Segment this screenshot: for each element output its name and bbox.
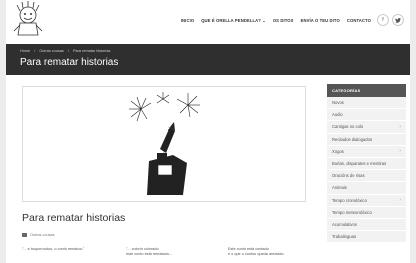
- sidebar-item-audio[interactable]: Audio: [327, 109, 406, 122]
- excerpt-line: "... e touporroutou, o conto rematou.": [22, 247, 85, 251]
- breadcrumb-separator: /: [34, 49, 36, 53]
- post-title[interactable]: Para rematar historias: [22, 212, 125, 224]
- sidebar-item-recitados-dialogados[interactable]: Recitados dialogados: [327, 133, 406, 146]
- sidebar-item-label: Tempo cronolóxico: [332, 197, 367, 203]
- excerpt-line: este conto está rematado...: [126, 252, 173, 257]
- excerpt-column-1: "... e touporroutou, o conto rematou.": [22, 247, 84, 252]
- sidebar-item-label: Novos: [332, 100, 344, 106]
- page-title: Para rematar historias: [20, 57, 119, 68]
- fireworks-illustration: [129, 92, 200, 195]
- sidebar-item-acumulativos[interactable]: Acumulativos: [327, 218, 406, 232]
- nav-item-que-e[interactable]: QUE É ORELLA PENDELLA? ⌄: [201, 18, 266, 23]
- breadcrumb-current: Para rematar historias: [73, 49, 111, 53]
- breadcrumb: Home / Outras cousas / Para rematar hist…: [20, 49, 113, 53]
- site-logo[interactable]: [10, 1, 46, 39]
- breadcrumb-separator: /: [67, 49, 69, 53]
- sidebar-item-label: Tempo meteorolóxico: [332, 209, 372, 215]
- post-meta: Outras cousas: [22, 233, 54, 237]
- sidebar-item-label: Oracións de risas: [332, 173, 365, 179]
- breadcrumb-home[interactable]: Home: [20, 49, 30, 53]
- chevron-right-icon[interactable]: ›: [399, 124, 401, 130]
- sidebar-item-label: Acumulativos: [332, 221, 357, 227]
- sidebar-item-label: Animais: [332, 185, 347, 191]
- sidebar-item-tempo-cronol-xico[interactable]: Tempo cronolóxico ›: [327, 194, 406, 207]
- twitter-icon[interactable]: [392, 14, 404, 26]
- nav-item-contacto[interactable]: CONTACTO: [347, 18, 371, 23]
- sidebar-item-oraci-ns-de-risas[interactable]: Oracións de risas: [327, 170, 406, 183]
- sidebar-item-label: Audio: [332, 112, 343, 118]
- sidebar-item-burlas-disparates-e-mentiras[interactable]: Burlas, disparates e mentiras: [327, 157, 406, 171]
- sidebar-item-novos[interactable]: Novos: [327, 97, 406, 110]
- sidebar-item-label: Burlas, disparates e mentiras: [332, 161, 387, 167]
- excerpt-line: e o que o contou queda amolado.: [228, 252, 285, 257]
- page-title-bar: Home / Outras cousas / Para rematar hist…: [6, 44, 410, 75]
- sidebar-item-trabalinguas[interactable]: Trabalinguas: [327, 231, 406, 244]
- excerpt-column-3: Este conto está contado e o que o contou…: [228, 247, 285, 258]
- categories-heading: CATEGORÍAS: [327, 84, 406, 97]
- categories-list: Novos Audio Cantigas no colo › Recitados dia…: [327, 97, 406, 244]
- sidebar-item-label: Xogos: [332, 148, 344, 154]
- nav-item-inicio[interactable]: INICIO: [181, 18, 194, 23]
- sidebar-item-label: Cantigas no colo: [332, 124, 364, 130]
- facebook-icon[interactable]: f: [377, 14, 389, 26]
- chevron-right-icon[interactable]: ›: [399, 148, 401, 154]
- sidebar-item-animais[interactable]: Animais: [327, 182, 406, 195]
- sidebar-item-xogos[interactable]: Xogos ›: [327, 145, 406, 158]
- breadcrumb-category[interactable]: Outras cousas: [39, 49, 63, 53]
- categories-sidebar: CATEGORÍAS Novos Audio Cantigas no colo › Re…: [327, 84, 406, 244]
- excerpt-column-2: "... colorín colorado este conto está re…: [126, 247, 172, 258]
- featured-image[interactable]: [22, 86, 306, 202]
- site-header: INICIO QUE É ORELLA PENDELLA? ⌄ OS DITOS…: [6, 0, 410, 40]
- sidebar-item-label: Trabalinguas: [332, 234, 357, 240]
- nav-item-os-ditos[interactable]: OS DITOS: [273, 18, 294, 23]
- sidebar-item-label: Recitados dialogados: [332, 136, 373, 142]
- nav-item-envia[interactable]: ENVÍA O TEU DITO: [301, 18, 340, 23]
- sidebar-item-tempo-meteorol-xico[interactable]: Tempo meteorolóxico: [327, 206, 406, 219]
- post-category-link[interactable]: Outras cousas: [30, 233, 54, 237]
- sidebar-item-cantigas-no-colo[interactable]: Cantigas no colo ›: [327, 121, 406, 134]
- page: INICIO QUE É ORELLA PENDELLA? ⌄ OS DITOS…: [6, 0, 410, 263]
- main-nav: INICIO QUE É ORELLA PENDELLA? ⌄ OS DITOS…: [174, 13, 404, 27]
- folder-icon: [22, 233, 27, 237]
- chevron-right-icon[interactable]: ›: [399, 197, 401, 203]
